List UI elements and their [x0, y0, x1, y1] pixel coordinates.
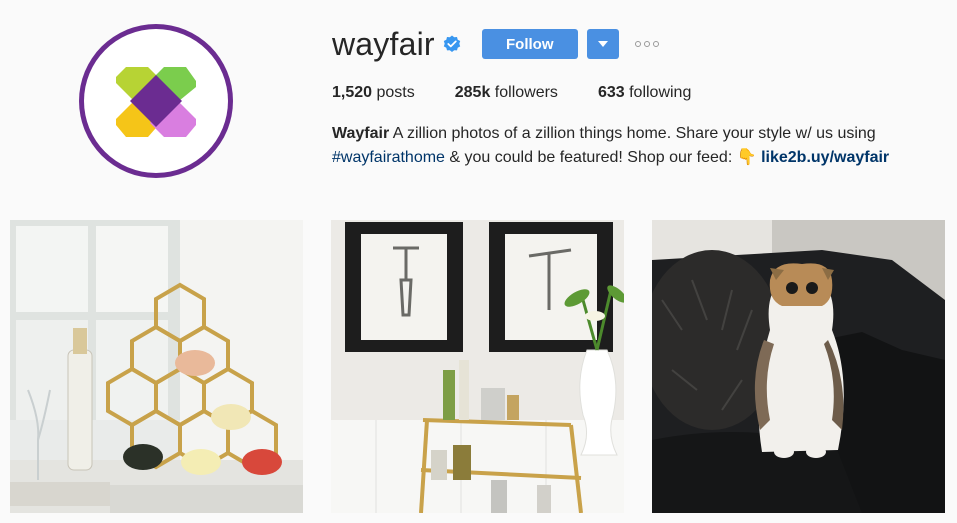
followers-stat[interactable]: 285k followers	[455, 84, 558, 102]
pointing-down-emoji-icon: 👇	[736, 149, 757, 166]
caret-down-icon	[597, 41, 608, 47]
ellipsis-dot	[643, 41, 650, 47]
bio-text: & you could be featured! Shop our feed:	[444, 149, 737, 166]
profile-header: wayfair Follow 1,520 posts 285k follower…	[332, 26, 957, 170]
profile-stats: 1,520 posts 285k followers 633 following	[332, 84, 957, 102]
wayfair-logo-icon	[116, 67, 196, 137]
posts-stat: 1,520 posts	[332, 84, 415, 102]
bio-hashtag-link[interactable]: #wayfairathome	[332, 149, 445, 166]
ellipsis-dot	[634, 41, 641, 47]
profile-avatar[interactable]	[79, 24, 233, 178]
bio-name: Wayfair	[332, 125, 390, 142]
profile-username: wayfair	[332, 26, 435, 62]
verified-badge-icon	[443, 35, 461, 53]
post-thumbnail[interactable]	[331, 220, 624, 513]
ellipsis-dot	[652, 41, 659, 47]
following-label: following	[629, 84, 692, 101]
post-image-wine-rack	[10, 220, 303, 513]
following-stat[interactable]: 633 following	[598, 84, 691, 102]
post-image-cat	[652, 220, 945, 513]
profile-bio: Wayfair A zillion photos of a zillion th…	[332, 122, 932, 170]
post-thumbnail[interactable]	[10, 220, 303, 513]
post-image-bar-cart	[331, 220, 624, 513]
posts-count: 1,520	[332, 84, 373, 101]
suggested-dropdown-button[interactable]	[586, 29, 619, 59]
follow-button[interactable]: Follow	[481, 29, 578, 59]
more-options-button[interactable]	[634, 41, 662, 47]
bio-text: A zillion photos of a zillion things hom…	[389, 125, 876, 142]
post-thumbnail[interactable]	[652, 220, 945, 513]
followers-label: followers	[494, 84, 558, 101]
followers-count: 285k	[454, 84, 491, 101]
posts-label: posts	[376, 84, 415, 101]
following-count: 633	[597, 84, 625, 101]
bio-website-link[interactable]: like2b.uy/wayfair	[761, 149, 889, 166]
